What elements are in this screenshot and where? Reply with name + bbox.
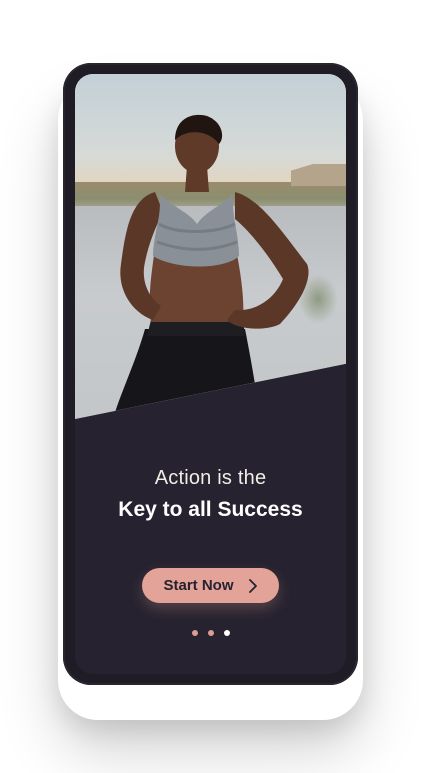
page-indicator <box>75 630 346 636</box>
page-dot-1[interactable] <box>191 630 198 636</box>
onboarding-screen: Action is the Key to all Success Start N… <box>75 74 346 674</box>
start-now-button[interactable]: Start Now <box>142 568 279 603</box>
hero-image <box>75 74 346 419</box>
page-dot-3-active[interactable] <box>223 630 230 636</box>
athlete-figure <box>113 114 309 419</box>
athlete-leggings <box>113 329 260 419</box>
chevron-right-icon <box>248 578 257 593</box>
onboarding-copy: Action is the Key to all Success <box>75 454 346 522</box>
start-now-label: Start Now <box>163 577 234 594</box>
mockup-stage: Action is the Key to all Success Start N… <box>0 0 445 773</box>
headline-line-1: Action is the <box>154 467 267 489</box>
headline-line-2: Key to all Success <box>118 498 303 521</box>
page-dot-2[interactable] <box>207 630 214 636</box>
